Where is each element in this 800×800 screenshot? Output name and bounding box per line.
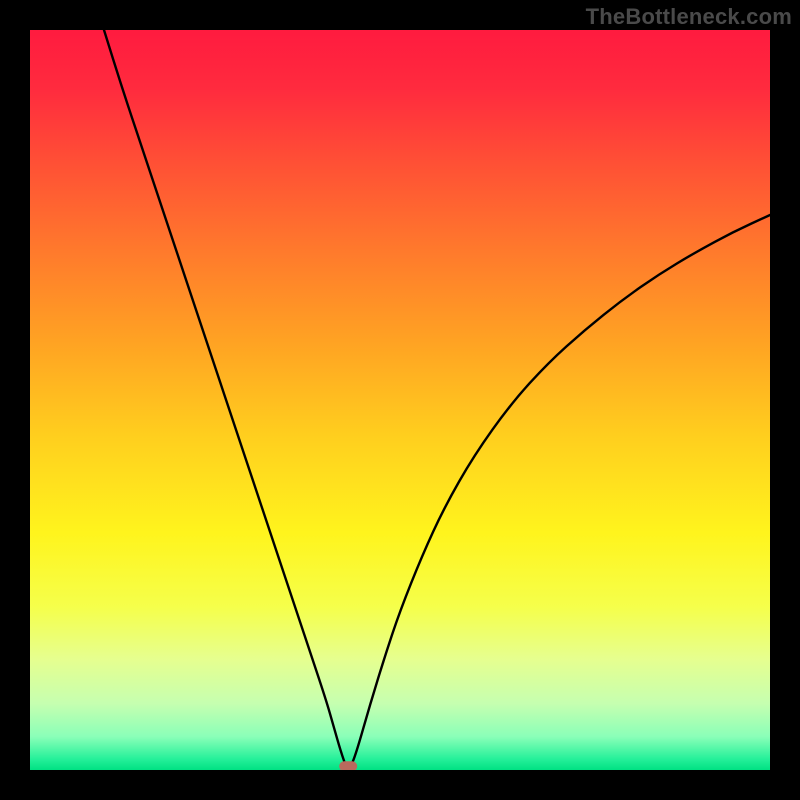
optimal-marker (339, 761, 357, 770)
chart-frame: TheBottleneck.com (0, 0, 800, 800)
watermark-text: TheBottleneck.com (586, 4, 792, 30)
bottleneck-chart (30, 30, 770, 770)
